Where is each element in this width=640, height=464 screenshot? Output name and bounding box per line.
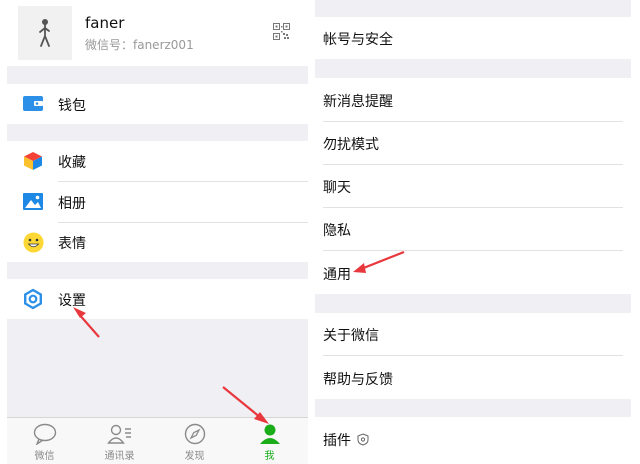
tab-me[interactable]: 我 (232, 418, 307, 464)
tab-label: 微信 (34, 451, 55, 462)
chat-label: 聊天 (323, 180, 351, 196)
shield-icon (357, 433, 369, 446)
profile-name: faner (85, 14, 125, 32)
wallet-label: 钱包 (58, 98, 86, 114)
menu-item-album[interactable]: 相册 (7, 182, 308, 222)
photo-icon (23, 193, 43, 214)
contacts-icon (107, 424, 131, 444)
settings-item-do-not-disturb[interactable]: 勿扰模式 (315, 122, 631, 164)
menu-item-stickers[interactable]: 表情 (7, 223, 308, 262)
settings-group-about: 关于微信 帮助与反馈 (315, 313, 631, 399)
compass-icon (184, 423, 206, 445)
help-feedback-label: 帮助与反馈 (323, 372, 393, 388)
settings-item-account-security[interactable]: 帐号与安全 (315, 17, 631, 59)
menu-item-settings[interactable]: 设置 (7, 279, 308, 319)
person-icon (260, 424, 280, 444)
settings-item-help-feedback[interactable]: 帮助与反馈 (315, 356, 631, 399)
settings-label: 设置 (58, 293, 86, 309)
settings-group-main: 新消息提醒 勿扰模式 聊天 隐私 通用 (315, 78, 631, 294)
tab-label: 我 (264, 451, 275, 462)
menu-item-favorites[interactable]: 收藏 (7, 141, 308, 181)
settings-item-general[interactable]: 通用 (315, 251, 631, 294)
about-label: 关于微信 (323, 328, 379, 344)
account-security-label: 帐号与安全 (323, 32, 393, 48)
plugins-label: 插件 (323, 433, 351, 449)
tab-contacts[interactable]: 通讯录 (82, 418, 157, 464)
tab-label: 通讯录 (104, 451, 135, 462)
settings-screen: 帐号与安全 新消息提醒 勿扰模式 聊天 隐私 通用 关于微信 帮助与反馈 插件 (315, 0, 631, 464)
gear-icon (22, 288, 44, 314)
settings-item-about[interactable]: 关于微信 (315, 313, 631, 355)
favorites-label: 收藏 (58, 155, 86, 171)
menu-group-collections: 收藏 相册 表情 (7, 141, 308, 262)
privacy-label: 隐私 (323, 223, 351, 239)
tab-label: 发现 (184, 451, 205, 462)
me-screen: faner 微信号：fanerz001 钱包 收藏 相册 表情 设置 微信 通讯… (7, 0, 308, 464)
chat-bubble-icon (33, 423, 57, 445)
avatar-figure-icon (39, 19, 50, 47)
settings-item-privacy[interactable]: 隐私 (315, 208, 631, 250)
do-not-disturb-label: 勿扰模式 (323, 137, 379, 153)
album-label: 相册 (58, 196, 86, 212)
wechat-id: 微信号：fanerz001 (85, 38, 194, 52)
settings-item-plugins[interactable]: 插件 (315, 417, 631, 464)
tab-chats[interactable]: 微信 (7, 418, 82, 464)
avatar[interactable] (18, 6, 72, 60)
tab-bar: 微信 通讯录 发现 我 (7, 417, 308, 464)
cube-icon (23, 151, 43, 175)
profile-card[interactable]: faner 微信号：fanerz001 (7, 0, 308, 66)
wallet-icon (23, 95, 43, 116)
new-message-alerts-label: 新消息提醒 (323, 94, 393, 110)
tab-discover[interactable]: 发现 (157, 418, 232, 464)
settings-item-new-message-alerts[interactable]: 新消息提醒 (315, 78, 631, 121)
stickers-label: 表情 (58, 236, 86, 252)
smiley-icon (23, 232, 44, 257)
qr-code-icon[interactable] (273, 23, 290, 44)
general-label: 通用 (323, 267, 351, 283)
settings-item-chat[interactable]: 聊天 (315, 165, 631, 207)
menu-item-wallet[interactable]: 钱包 (7, 84, 308, 124)
